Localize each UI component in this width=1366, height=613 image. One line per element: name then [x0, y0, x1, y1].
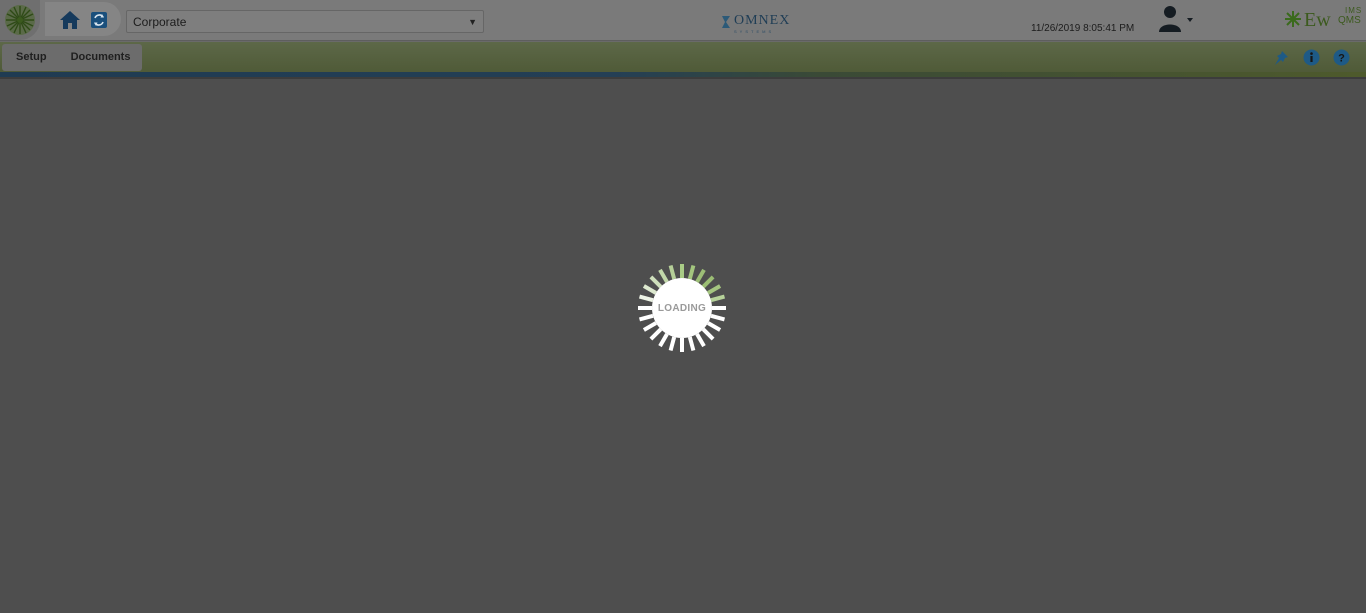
app-logo-ims: IMS [1345, 6, 1363, 15]
svg-text:?: ? [1338, 53, 1345, 65]
top-header: Corporate ▼ OMNEX SYSTEMS 11/26/2019 8:0… [0, 0, 1366, 41]
app-logo-qms: QMS [1338, 15, 1361, 26]
app-logo-icon[interactable] [0, 0, 40, 40]
loading-spinner: LOADING [636, 262, 728, 354]
pin-icon[interactable] [1272, 49, 1290, 67]
brand-name: OMNEX [734, 12, 791, 28]
chevron-down-icon: ▼ [468, 17, 477, 27]
home-icon[interactable] [58, 8, 82, 32]
info-icon[interactable] [1302, 49, 1320, 67]
help-icon[interactable]: ? [1332, 49, 1350, 67]
flower-icon [1285, 11, 1301, 27]
menu-item-setup[interactable]: Setup [2, 44, 59, 71]
company-select-value: Corporate [133, 15, 187, 29]
refresh-icon[interactable] [87, 8, 111, 32]
user-icon[interactable] [1156, 3, 1196, 35]
menu-tools: ? [1272, 42, 1366, 73]
datetime-display: 11/26/2019 8:05:41 PM [1031, 23, 1135, 34]
chevron-down-icon [1187, 18, 1193, 22]
loader-center: LOADING [652, 278, 712, 338]
brand-logo: OMNEX SYSTEMS [720, 12, 791, 34]
nav-pill [45, 2, 121, 36]
app-logo-ew: Ew [1304, 9, 1331, 31]
menu-bar: Setup Documents ? [0, 41, 1366, 73]
app-brand-logo: Ew IMS QMS [1284, 4, 1364, 34]
menu-item-documents[interactable]: Documents [59, 44, 143, 71]
header-divider [0, 77, 1366, 79]
brand-mark-icon [722, 16, 730, 28]
company-select[interactable]: Corporate ▼ [126, 10, 484, 33]
loading-text: LOADING [657, 302, 707, 314]
menu-group: Setup Documents [2, 44, 142, 71]
brand-sub: SYSTEMS [734, 28, 775, 34]
